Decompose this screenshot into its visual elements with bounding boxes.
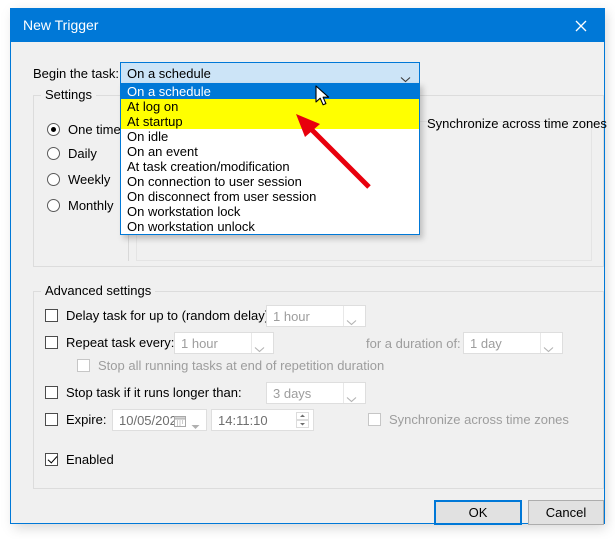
chevron-down-icon-glyph — [346, 320, 357, 326]
title-bar: New Trigger — [11, 9, 604, 42]
enabled-label: Enabled — [66, 452, 114, 467]
delay-duration-value: 1 hour — [273, 309, 310, 324]
window-title: New Trigger — [23, 17, 99, 33]
checkbox-mark-icon — [77, 359, 90, 372]
dropdown-option[interactable]: On disconnect from user session — [121, 189, 419, 204]
spinner-down-icon[interactable] — [296, 420, 309, 428]
expire-label: Expire: — [66, 412, 107, 427]
dropdown-option[interactable]: At task creation/modification — [121, 159, 419, 174]
expire-checkbox[interactable]: Expire: — [45, 412, 106, 427]
repeat-task-checkbox[interactable]: Repeat task every: — [45, 335, 174, 350]
radio-weekly-label: Weekly — [68, 172, 111, 187]
stop-repetition-label: Stop all running tasks at end of repetit… — [98, 358, 385, 373]
dropdown-option[interactable]: On workstation unlock — [121, 219, 419, 234]
settings-sync-timezones-label: Synchronize across time zones — [427, 116, 607, 131]
combo-separator — [251, 333, 252, 353]
stop-task-longer-label: Stop task if it runs longer than: — [66, 385, 242, 400]
combo-separator — [343, 306, 344, 326]
new-trigger-dialog: New Trigger Begin the task: On a schedul… — [10, 8, 607, 525]
chevron-down-icon — [254, 340, 265, 358]
chevron-down-icon — [346, 390, 357, 408]
close-icon-glyph — [575, 20, 587, 31]
advanced-sync-timezones-checkbox[interactable]: Synchronize across time zones — [368, 412, 569, 427]
chevron-down-icon — [346, 313, 357, 331]
radio-one-time[interactable]: One time — [47, 122, 121, 137]
stop-task-duration-combobox[interactable]: 3 days — [266, 382, 366, 404]
radio-mark-icon — [47, 199, 60, 212]
radio-weekly[interactable]: Weekly — [47, 172, 110, 187]
begin-task-combobox[interactable]: On a schedule — [120, 62, 420, 84]
advanced-settings-group-title: Advanced settings — [41, 283, 156, 298]
settings-group-title: Settings — [41, 87, 96, 102]
expire-date-field[interactable]: 10/05/2021 — [112, 409, 207, 431]
expire-time-value: 14:11:10 — [218, 413, 268, 428]
radio-mark-icon — [47, 173, 60, 186]
ok-button[interactable]: OK — [434, 500, 522, 525]
spinner-up-icon[interactable] — [296, 412, 309, 420]
repeat-duration-combobox[interactable]: 1 day — [463, 332, 563, 354]
radio-daily[interactable]: Daily — [47, 146, 97, 161]
expire-time-field[interactable]: 14:11:10 — [211, 409, 314, 431]
checkbox-mark-icon — [45, 386, 58, 399]
combo-separator — [343, 383, 344, 403]
repeat-duration-value: 1 day — [470, 336, 502, 351]
chevron-down-icon — [191, 417, 200, 435]
chevron-down-icon-glyph — [346, 397, 357, 403]
calendar-icon — [174, 414, 186, 432]
cancel-button[interactable]: Cancel — [528, 500, 604, 525]
repeat-task-label: Repeat task every: — [66, 335, 175, 350]
combo-separator — [540, 333, 541, 353]
stop-task-longer-checkbox[interactable]: Stop task if it runs longer than: — [45, 385, 242, 400]
repeat-duration-label: for a duration of: — [366, 336, 461, 351]
dropdown-option[interactable]: On workstation lock — [121, 204, 419, 219]
begin-task-label: Begin the task: — [33, 66, 119, 81]
begin-task-selected-value: On a schedule — [127, 66, 211, 81]
stop-repetition-checkbox[interactable]: Stop all running tasks at end of repetit… — [77, 358, 384, 373]
advanced-sync-timezones-label: Synchronize across time zones — [389, 412, 569, 427]
checkbox-mark-icon — [45, 413, 58, 426]
delay-task-label: Delay task for up to (random delay): — [66, 308, 273, 323]
dropdown-option[interactable]: On a schedule — [121, 84, 419, 99]
dropdown-option[interactable]: On idle — [121, 129, 419, 144]
radio-monthly-label: Monthly — [68, 198, 114, 213]
begin-task-dropdown-list[interactable]: On a schedule At log on At startup On idle O… — [120, 83, 420, 235]
checkbox-mark-icon — [45, 336, 58, 349]
radio-one-time-label: One time — [68, 122, 121, 137]
stop-task-duration-value: 3 days — [273, 386, 312, 401]
checkbox-mark-icon — [45, 453, 58, 466]
dropdown-option[interactable]: On connection to user session — [121, 174, 419, 189]
settings-sync-timezones-checkbox[interactable]: Synchronize across time zones — [406, 116, 607, 131]
chevron-down-icon — [543, 340, 554, 358]
enabled-checkbox[interactable]: Enabled — [45, 452, 114, 467]
radio-monthly[interactable]: Monthly — [47, 198, 114, 213]
delay-task-checkbox[interactable]: Delay task for up to (random delay): — [45, 308, 273, 323]
chevron-down-icon-glyph — [254, 347, 265, 353]
checkbox-mark-icon — [368, 413, 381, 426]
dropdown-option[interactable]: On an event — [121, 144, 419, 159]
delay-duration-combobox[interactable]: 1 hour — [266, 305, 366, 327]
radio-daily-label: Daily — [68, 146, 97, 161]
chevron-down-icon-glyph — [191, 425, 200, 429]
radio-mark-icon — [47, 123, 60, 136]
close-icon[interactable] — [558, 9, 604, 42]
repeat-interval-value: 1 hour — [181, 336, 218, 351]
chevron-down-icon-glyph — [543, 347, 554, 353]
dropdown-option[interactable]: At log on — [121, 99, 419, 114]
checkbox-mark-icon — [45, 309, 58, 322]
spinner-up-down-icon[interactable] — [295, 412, 310, 428]
calendar-icon-glyph — [174, 416, 186, 427]
repeat-interval-combobox[interactable]: 1 hour — [174, 332, 274, 354]
chevron-down-icon-glyph — [400, 77, 411, 83]
radio-mark-icon — [47, 147, 60, 160]
dropdown-option[interactable]: At startup — [121, 114, 419, 129]
